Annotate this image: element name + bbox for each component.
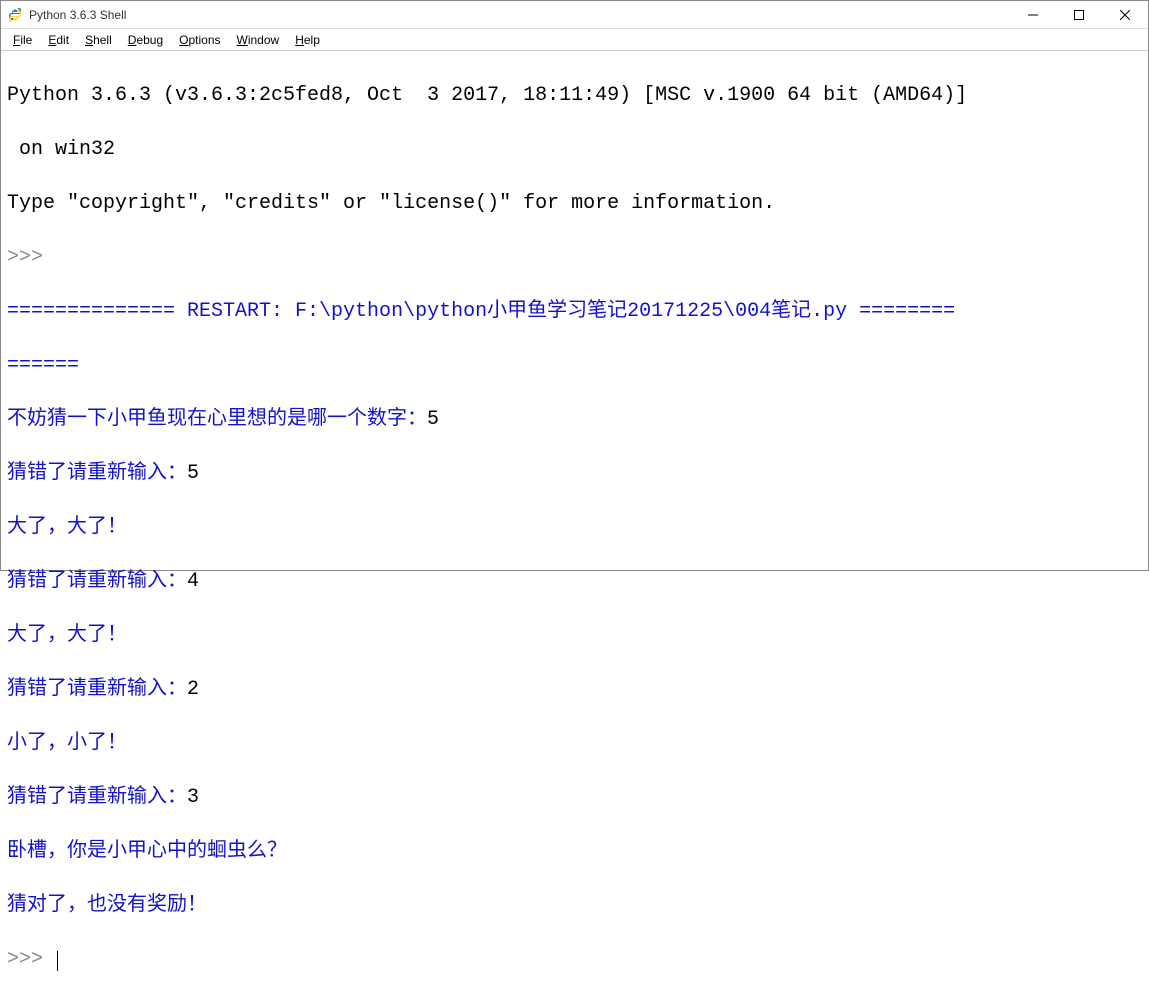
menu-shell[interactable]: Shell	[79, 31, 122, 49]
window-controls	[1010, 1, 1148, 28]
menu-file[interactable]: File	[7, 31, 42, 49]
close-button[interactable]	[1102, 1, 1148, 28]
user-input: 4	[187, 570, 199, 593]
user-input: 5	[427, 408, 439, 431]
input-prompt: 猜错了请重新输入：	[7, 678, 187, 701]
input-prompt: 猜错了请重新输入：	[7, 570, 187, 593]
maximize-button[interactable]	[1056, 1, 1102, 28]
banner-line: on win32	[7, 136, 1142, 163]
input-prompt: 猜错了请重新输入：	[7, 786, 187, 809]
minimize-button[interactable]	[1010, 1, 1056, 28]
user-input: 3	[187, 786, 199, 809]
menu-options[interactable]: Options	[173, 31, 230, 49]
banner-line: Type "copyright", "credits" or "license(…	[7, 190, 1142, 217]
banner-line: Python 3.6.3 (v3.6.3:2c5fed8, Oct 3 2017…	[7, 82, 1142, 109]
menubar: File Edit Shell Debug Options Window Hel…	[1, 29, 1148, 51]
prompt: >>>	[7, 246, 55, 269]
input-prompt: 猜错了请重新输入：	[7, 462, 187, 485]
restart-line: ============== RESTART: F:\python\python…	[7, 298, 1142, 325]
menu-window[interactable]: Window	[231, 31, 290, 49]
user-input: 2	[187, 678, 199, 701]
output-line: 卧槽，你是小甲心中的蛔虫么？	[7, 838, 1142, 865]
prompt: >>>	[7, 948, 55, 971]
output-line: 大了，大了！	[7, 514, 1142, 541]
menu-edit[interactable]: Edit	[42, 31, 79, 49]
menu-help[interactable]: Help	[289, 31, 330, 49]
restart-line: ======	[7, 352, 1142, 379]
window-title: Python 3.6.3 Shell	[29, 8, 126, 22]
output-line: 小了，小了！	[7, 730, 1142, 757]
input-prompt: 不妨猜一下小甲鱼现在心里想的是哪一个数字：	[7, 408, 427, 431]
menu-debug[interactable]: Debug	[122, 31, 173, 49]
output-line: 猜对了，也没有奖励！	[7, 892, 1142, 919]
text-cursor	[57, 951, 58, 971]
user-input: 5	[187, 462, 199, 485]
console-output[interactable]: Python 3.6.3 (v3.6.3:2c5fed8, Oct 3 2017…	[1, 51, 1148, 1004]
titlebar: Python 3.6.3 Shell	[1, 1, 1148, 29]
python-icon	[7, 7, 23, 23]
output-line: 大了，大了！	[7, 622, 1142, 649]
